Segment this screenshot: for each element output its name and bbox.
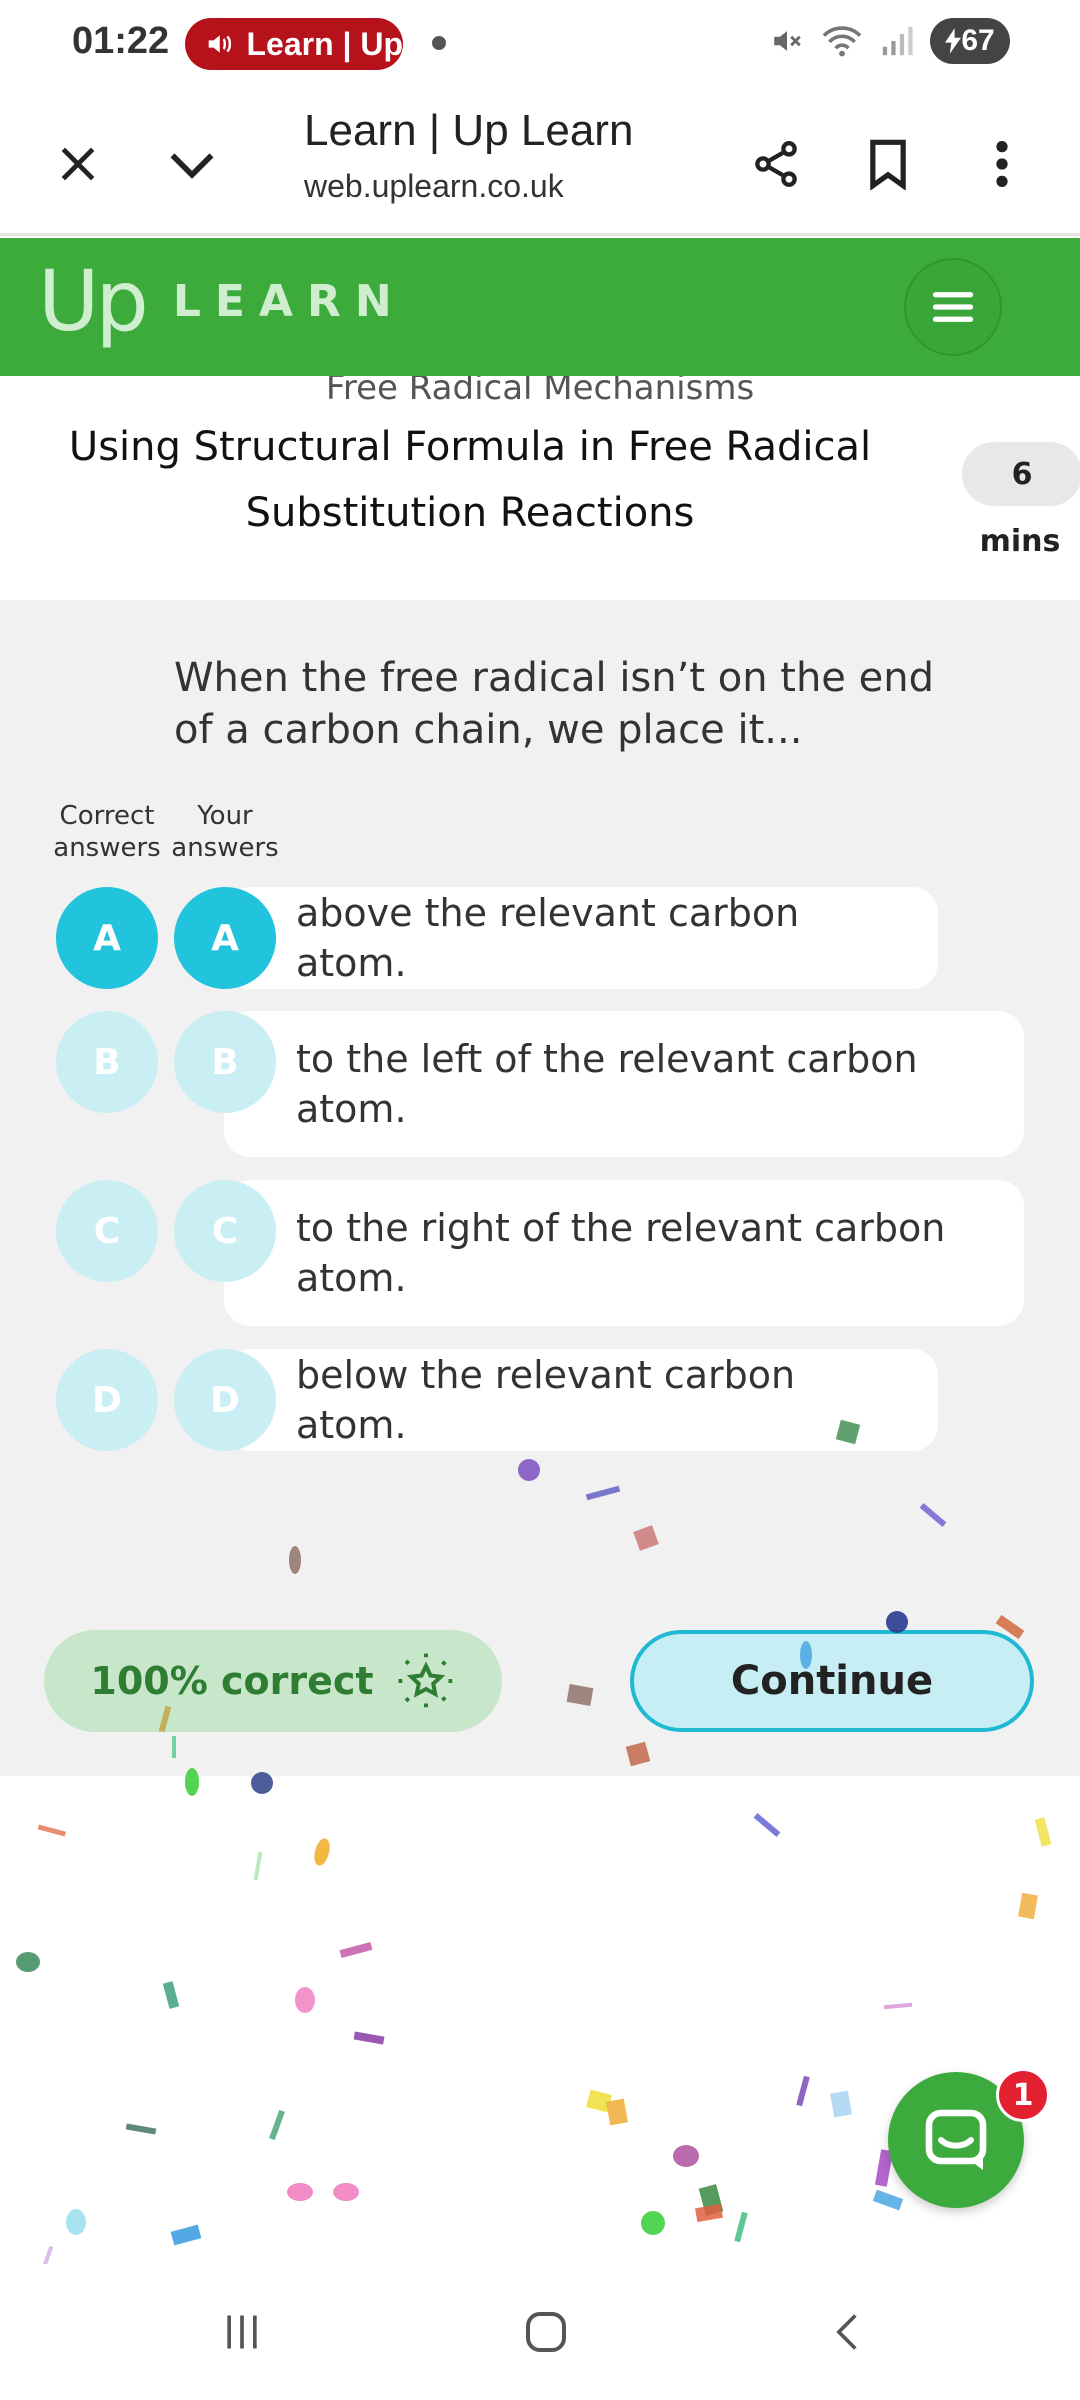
score-label: 100% correct bbox=[90, 1659, 374, 1703]
lesson-title: Using Structural Formula in Free Radical… bbox=[68, 424, 872, 536]
browser-url[interactable]: web.uplearn.co.uk bbox=[304, 168, 564, 205]
duration-unit: mins bbox=[979, 524, 1061, 559]
media-notification-pill[interactable]: Learn | Up bbox=[185, 18, 403, 70]
wifi-icon bbox=[822, 26, 862, 57]
browser-page-title: Learn | Up Learn bbox=[304, 106, 634, 155]
confetti-piece bbox=[641, 2211, 665, 2235]
answer-text: to the right of the relevant carbon atom… bbox=[224, 1180, 1024, 1326]
confetti-piece bbox=[673, 2145, 699, 2167]
battery-indicator: 67 bbox=[930, 18, 1010, 64]
status-icons: 67 bbox=[770, 18, 1010, 64]
correct-answer-marker: A bbox=[56, 887, 158, 989]
logo-learn-text: LEARN bbox=[172, 275, 406, 327]
hamburger-icon bbox=[932, 292, 974, 322]
correct-answer-marker: C bbox=[56, 1180, 158, 1282]
browser-toolbar: Learn | Up Learn web.uplearn.co.uk bbox=[0, 90, 1080, 236]
charging-icon bbox=[945, 28, 962, 54]
close-icon bbox=[61, 147, 95, 181]
confetti-piece bbox=[883, 2002, 913, 2010]
confetti-piece bbox=[830, 2090, 852, 2118]
logo-up-text: Up bbox=[38, 252, 149, 350]
question-area: When the free radical isn’t on the end o… bbox=[0, 600, 1080, 1776]
share-icon bbox=[755, 141, 797, 187]
recent-apps-button[interactable] bbox=[202, 2300, 282, 2364]
notification-dot-icon bbox=[432, 36, 446, 50]
confetti-piece bbox=[287, 2183, 313, 2201]
confetti-piece bbox=[170, 2224, 202, 2246]
confetti-piece bbox=[796, 2075, 810, 2107]
share-button[interactable] bbox=[736, 124, 816, 204]
confetti-piece bbox=[125, 2123, 157, 2135]
chat-icon bbox=[925, 2109, 987, 2170]
signal-icon bbox=[882, 26, 913, 56]
android-nav-bar bbox=[0, 2264, 1080, 2400]
more-options-button[interactable] bbox=[962, 124, 1042, 204]
star-burst-icon bbox=[398, 1653, 454, 1709]
confetti-piece bbox=[606, 2098, 628, 2126]
confetti-piece bbox=[66, 2209, 86, 2235]
confetti-piece bbox=[339, 1941, 373, 1959]
chevron-down-icon bbox=[170, 153, 214, 179]
confetti-piece bbox=[753, 1813, 781, 1837]
confetti-piece bbox=[694, 2203, 724, 2223]
confetti-piece bbox=[734, 2211, 748, 2243]
confetti-piece bbox=[1018, 1892, 1038, 1920]
home-icon bbox=[526, 2312, 566, 2352]
correct-answer-marker: B bbox=[56, 1011, 158, 1113]
site-header: Up LEARN bbox=[0, 238, 1080, 376]
confetti-piece bbox=[586, 2089, 612, 2113]
status-time: 01:22 bbox=[72, 20, 170, 62]
confetti-piece bbox=[872, 2189, 904, 2211]
correct-answers-label: Correct answers bbox=[53, 801, 161, 863]
answer-text: above the relevant carbon atom. bbox=[224, 887, 938, 989]
mute-icon bbox=[774, 31, 801, 51]
your-answer-marker: C bbox=[174, 1180, 276, 1282]
confetti-piece bbox=[1034, 1817, 1052, 1847]
question-text: When the free radical isn’t on the end o… bbox=[174, 655, 934, 753]
your-answer-marker: B bbox=[174, 1011, 276, 1113]
home-button[interactable] bbox=[506, 2300, 586, 2364]
your-answers-label: Your answers bbox=[171, 801, 279, 863]
chat-notification-badge: 1 bbox=[996, 2068, 1050, 2122]
score-badge: 100% correct bbox=[44, 1630, 502, 1732]
menu-button[interactable] bbox=[904, 258, 1002, 356]
confetti-piece bbox=[253, 1851, 263, 1881]
continue-button[interactable]: Continue bbox=[630, 1630, 1034, 1732]
answer-text: to the left of the relevant carbon atom. bbox=[224, 1011, 1024, 1157]
confetti-piece bbox=[698, 2184, 724, 2216]
notification-pill-label: Learn | Up bbox=[246, 25, 403, 62]
your-answer-marker: D bbox=[174, 1349, 276, 1451]
confetti-piece bbox=[269, 2109, 285, 2141]
uplearn-logo[interactable]: Up LEARN bbox=[38, 252, 406, 350]
minimize-tab-button[interactable] bbox=[152, 124, 232, 204]
confetti-piece bbox=[37, 1824, 67, 1837]
section-name: Free Radical Mechanisms bbox=[325, 376, 755, 408]
confetti-piece bbox=[314, 1838, 330, 1866]
correct-answer-marker: D bbox=[56, 1349, 158, 1451]
back-button[interactable] bbox=[808, 2300, 888, 2364]
your-answer-marker: A bbox=[174, 887, 276, 989]
close-tab-button[interactable] bbox=[38, 124, 118, 204]
answer-text: below the relevant carbon atom. bbox=[224, 1349, 938, 1451]
lesson-header: Free Radical Mechanisms Using Structural… bbox=[0, 376, 1080, 600]
speaker-icon bbox=[208, 35, 232, 53]
confetti-piece bbox=[162, 1981, 180, 2009]
bookmark-button[interactable] bbox=[848, 124, 928, 204]
confetti-piece bbox=[333, 2183, 359, 2201]
bookmark-icon bbox=[870, 139, 906, 190]
duration-badge: 6 bbox=[962, 442, 1080, 506]
status-bar: 01:22 Learn | Up 67 bbox=[0, 0, 1080, 90]
battery-level: 67 bbox=[961, 24, 995, 57]
more-vertical-icon bbox=[996, 141, 1008, 187]
confetti-piece bbox=[353, 2031, 385, 2045]
confetti-piece bbox=[16, 1952, 40, 1972]
recent-apps-icon bbox=[227, 2315, 257, 2349]
confetti-piece bbox=[295, 1987, 315, 2013]
back-icon bbox=[836, 2314, 857, 2350]
